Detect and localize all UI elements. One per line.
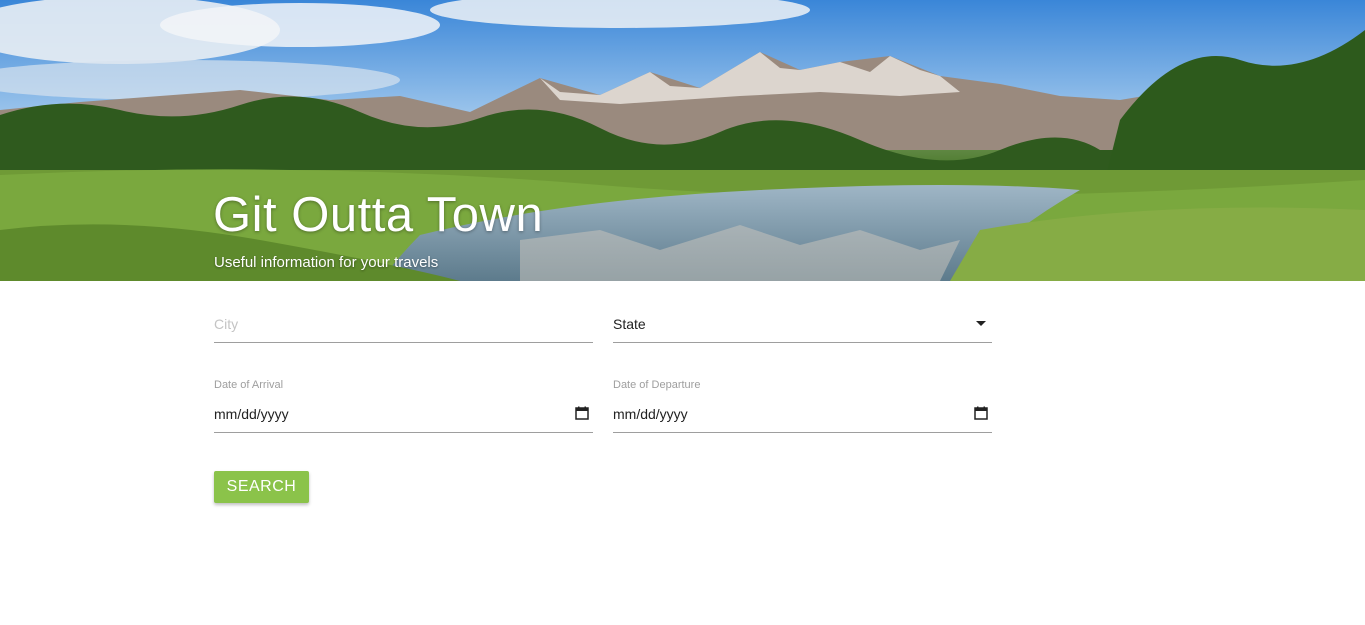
calendar-icon[interactable]	[974, 406, 988, 420]
state-select[interactable]: State	[613, 312, 992, 343]
site-title: Git Outta Town	[213, 188, 544, 242]
site-subtitle: Useful information for your travels	[214, 254, 439, 271]
departure-date-input[interactable]: mm/dd/yyyy	[613, 402, 992, 433]
arrival-date-input[interactable]: mm/dd/yyyy	[214, 402, 593, 433]
arrival-date-value: mm/dd/yyyy	[214, 406, 289, 422]
search-button[interactable]: SEARCH	[214, 471, 309, 503]
arrival-label: Date of Arrival	[214, 379, 284, 391]
departure-label: Date of Departure	[613, 379, 701, 391]
mountain-lake-image	[0, 0, 1365, 281]
departure-date-value: mm/dd/yyyy	[613, 406, 688, 422]
state-select-value: State	[613, 316, 646, 332]
hero-banner: Git Outta Town Useful information for yo…	[0, 0, 1365, 281]
city-field	[214, 312, 593, 343]
city-input[interactable]	[214, 312, 593, 336]
calendar-icon[interactable]	[575, 406, 589, 420]
caret-down-icon	[976, 321, 986, 326]
